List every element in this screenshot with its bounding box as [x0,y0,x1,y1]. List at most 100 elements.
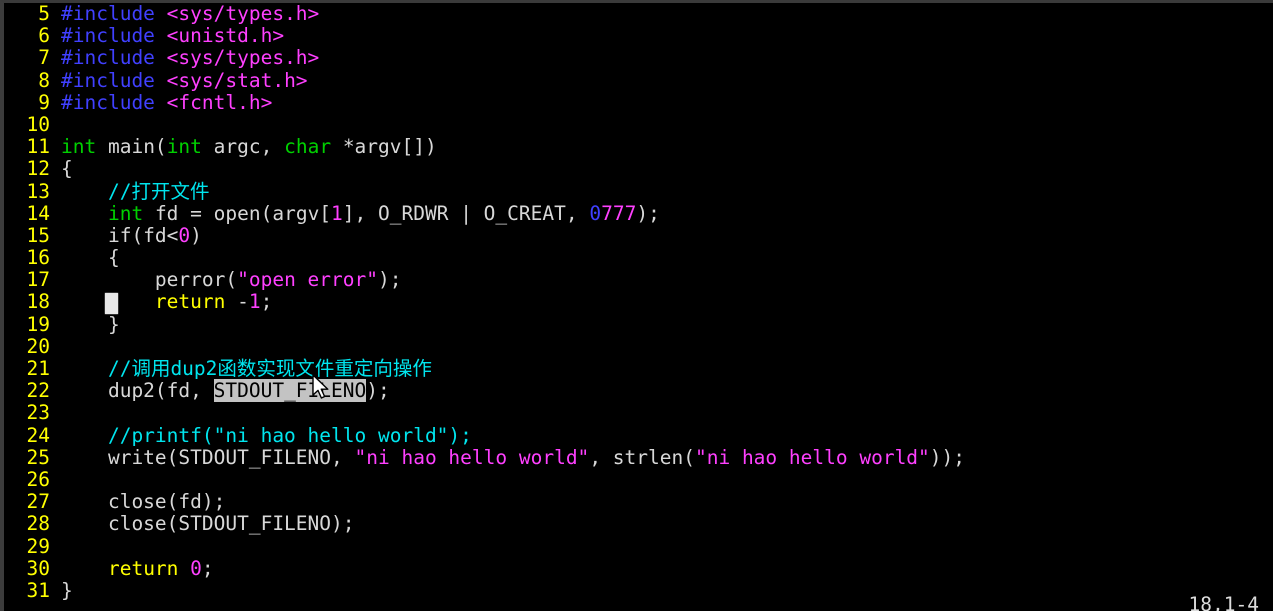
line-number: 17 [26,268,50,292]
code-token: #include [61,2,167,25]
code-token: #include [61,90,167,114]
code-line-text: { [50,158,73,180]
code-line[interactable]: 6 #include <unistd.h> [4,24,1273,48]
code-line[interactable]: 31} [4,578,1273,602]
code-token: #include [61,68,167,92]
code-token: return [107,556,179,580]
code-line[interactable]: 18 return -1; [4,291,1273,313]
code-line[interactable]: 23 [4,402,1273,424]
code-line-text: return -1; [50,291,272,313]
code-line[interactable]: 5 #include <sys/types.h> [4,3,1273,25]
code-token: ], O_RDWR | O_CREAT, [342,201,590,225]
line-number: 31 [26,578,50,602]
code-token: { [61,246,120,270]
code-token: //调用dup2函数实现文件重定向操作 [61,357,432,380]
code-token: close(STDOUT_FILENO); [61,512,355,536]
code-line-text: { [50,246,120,270]
line-number: 15 [26,223,50,247]
line-number: 19 [26,312,50,336]
code-token: "ni hao hello world" [354,445,590,469]
code-line[interactable]: 29 [4,534,1273,558]
code-line-text: //打开文件 [50,179,210,203]
code-line[interactable]: 24 //printf("ni hao hello world"); [4,423,1273,447]
line-number: 28 [26,512,50,536]
line-number: 20 [26,334,50,358]
code-line-text: #include <sys/types.h> [50,47,319,69]
code-token: ); [378,268,402,292]
code-token: int [107,201,144,225]
code-line[interactable]: 25 write(STDOUT_FILENO, "ni hao hello wo… [4,445,1273,469]
line-number: 18 [26,290,50,314]
code-line-text: #include <fcntl.h> [50,90,273,114]
code-token: ; [260,290,273,314]
line-number: 21 [26,357,50,380]
code-line-text: dup2(fd, STDOUT_FILENO); [50,379,390,403]
code-line-text: close(fd); [50,491,225,513]
code-token: main( [96,135,167,159]
code-line[interactable]: 13 //打开文件 [4,179,1273,203]
code-line[interactable]: 26 [4,467,1273,491]
code-token: write(STDOUT_FILENO, [61,445,355,469]
code-line-text: write(STDOUT_FILENO, "ni hao hello world… [50,445,966,469]
code-line-text: perror("open error"); [50,268,402,292]
code-editor-buffer[interactable]: 5 #include <sys/types.h> 6 #include <unistd… [4,3,1273,611]
code-line-text: int fd = open(argv[1], O_RDWR | O_CREAT,… [50,201,660,225]
code-token: ) [190,223,202,247]
code-line[interactable]: 21 //调用dup2函数实现文件重定向操作 [4,357,1273,380]
code-token: ); [366,379,390,403]
line-number: 11 [26,135,50,159]
code-line[interactable]: 15 if(fd<0) [4,223,1273,247]
code-token: )); [929,445,966,469]
line-number: 12 [26,157,50,181]
code-token: ; [201,556,214,580]
code-token: 0 [589,201,602,225]
code-line[interactable]: 30 return 0; [4,556,1273,580]
code-line[interactable]: 16 { [4,246,1273,270]
code-token: //打开文件 [61,179,210,203]
code-line[interactable]: 19 } [4,312,1273,336]
code-line[interactable]: 10 [4,113,1273,136]
line-number: 29 [26,534,50,558]
code-token: perror( [61,268,238,292]
code-line[interactable]: 12 { [4,158,1273,180]
code-token: char [284,135,332,159]
code-line[interactable]: 11 int main(int argc, char *argv[]) [4,135,1273,159]
line-number: 25 [26,445,50,469]
line-number: 22 [26,379,50,403]
line-number: 5 [38,2,50,25]
line-number: 23 [26,401,50,425]
code-line[interactable]: 8 #include <sys/stat.h> [4,68,1273,92]
code-token: "open error" [237,268,378,292]
status-line-position: 18,1-4 [1188,593,1259,611]
code-line[interactable]: 22 dup2(fd, STDOUT_FILENO); [4,379,1273,403]
highlighted-token[interactable]: STDOUT_FILENO [213,379,367,403]
code-line[interactable]: 17 perror("open error"); [4,269,1273,291]
code-line[interactable]: 20 [4,334,1273,358]
code-line[interactable]: 27 close(fd); [4,490,1273,513]
code-line-text: } [50,579,73,602]
vim-terminal-window[interactable]: 5 #include <sys/types.h> 6 #include <unistd… [0,0,1273,611]
code-line-text: return 0; [50,556,214,580]
code-line[interactable]: 7 #include <sys/types.h> [4,47,1273,69]
code-token: if(fd< [61,223,179,247]
line-number: 14 [26,201,50,225]
line-number: 26 [26,467,50,491]
code-token: , strlen( [589,445,695,469]
code-token: 777 [601,201,637,225]
code-token: //printf("ni hao hello world"); [61,423,472,447]
code-token: int [61,135,97,159]
line-number: 24 [26,423,50,447]
line-number: 6 [38,24,50,48]
code-token: ); [636,201,660,225]
code-line[interactable]: 28 close(STDOUT_FILENO); [4,513,1273,535]
code-line[interactable]: 14 int fd = open(argv[1], O_RDWR | O_CRE… [4,201,1273,225]
code-line[interactable]: 9 #include <fcntl.h> [4,90,1273,114]
code-token: 0 [178,223,191,247]
code-token: <fcntl.h> [166,90,273,114]
code-token: int [166,135,202,159]
code-token: dup2(fd, [61,379,214,403]
code-line-text: int main(int argc, char *argv[]) [50,136,437,158]
code-line-text: close(STDOUT_FILENO); [50,513,355,535]
